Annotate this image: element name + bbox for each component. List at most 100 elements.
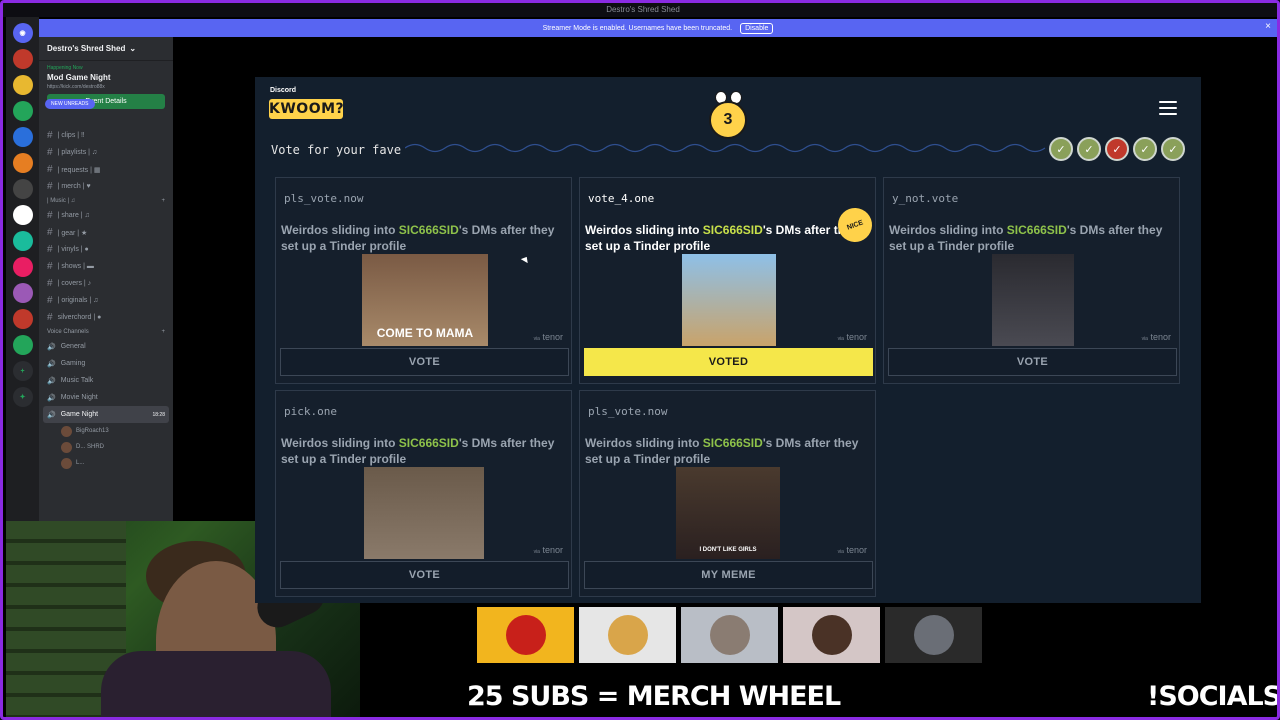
channel-item[interactable]: # silverchord | ● xyxy=(39,309,173,326)
voice-channel-item[interactable]: 🔊 General xyxy=(39,338,173,355)
player-avatar xyxy=(505,615,546,655)
caption-highlight: SIC666SID xyxy=(398,223,459,237)
tenor-attribution: via tenor xyxy=(838,545,867,555)
meme-gif xyxy=(364,467,484,559)
caption-text: Weirdos sliding into xyxy=(281,223,399,237)
server-header[interactable]: Destro's Shred Shed ⌄ xyxy=(39,37,173,61)
discord-label: Discord xyxy=(270,87,297,94)
avatar xyxy=(61,425,72,437)
explore-icon[interactable]: ✦ xyxy=(12,387,33,407)
event-title: Mod Game Night xyxy=(47,73,111,82)
caption-text: Weirdos sliding into xyxy=(281,436,399,450)
channel-label: | clips | ‼ xyxy=(57,132,85,139)
hash-icon: # xyxy=(47,210,53,221)
server-icon[interactable] xyxy=(12,205,33,225)
gif-caption: I DON'T LIKE GIRLS xyxy=(699,547,757,553)
tenor-attribution: via tenor xyxy=(1142,332,1171,342)
disable-streamer-mode-button[interactable]: Disable xyxy=(740,22,774,34)
music-category[interactable]: | Music | ♫ + xyxy=(39,195,173,207)
speaker-icon: 🔊 xyxy=(47,343,56,351)
server-icon[interactable] xyxy=(12,257,33,277)
channel-label: | merch | ♥ xyxy=(57,183,91,190)
player-tile xyxy=(885,607,982,663)
channel-item[interactable]: # | shows | ▬ xyxy=(39,258,173,275)
caption-text: Weirdos sliding into xyxy=(585,436,703,450)
active-voice-channel[interactable]: 🔊 Game Night 18:28 xyxy=(43,406,169,423)
meme-card: y_not.vote Weirdos sliding into SIC666SID… xyxy=(883,177,1180,384)
voice-user-name: L... xyxy=(76,460,85,466)
close-icon[interactable]: × xyxy=(1265,21,1271,32)
hash-icon: # xyxy=(47,278,53,289)
voice-channel-label: Game Night xyxy=(60,411,99,418)
hash-icon: # xyxy=(47,227,53,238)
channel-label: | share | ♫ xyxy=(57,212,90,219)
player-tile xyxy=(681,607,778,663)
my-meme-button[interactable]: MY MEME xyxy=(584,561,873,589)
kwoom-game-window: Discord KWOOM? 3 Vote for your fave ✓ ✓ ✓ ✓… xyxy=(255,77,1201,603)
tenor-via: via xyxy=(533,336,540,342)
player-tile xyxy=(477,607,574,663)
voice-channel-item[interactable]: 🔊 Movie Night xyxy=(39,389,173,406)
server-icon[interactable] xyxy=(12,127,33,147)
server-icon[interactable] xyxy=(12,75,33,95)
server-icon[interactable] xyxy=(12,153,33,173)
speaker-icon: 🔊 xyxy=(47,377,56,385)
event-link[interactable]: https://kick.com/destro88x xyxy=(47,84,165,90)
channel-item[interactable]: # | clips | ‼ xyxy=(39,127,173,144)
player-avatar xyxy=(709,615,750,655)
streamer-banner-text: Streamer Mode is enabled. Usernames have… xyxy=(542,24,733,32)
player-check-icon: ✓ xyxy=(1133,137,1157,161)
tenor-via: via xyxy=(837,336,844,342)
server-icon[interactable] xyxy=(12,309,33,329)
server-icon[interactable] xyxy=(12,335,33,355)
channel-label: | requests | ▦ xyxy=(57,166,101,174)
add-server-icon[interactable]: + xyxy=(12,361,33,381)
kwoom-logo: KWOOM? xyxy=(269,99,345,119)
voice-user[interactable]: BigRoach13 xyxy=(39,423,173,439)
stream-frame: Destro's Shred Shed Streamer Mode is ena… xyxy=(0,0,1280,720)
discord-home-icon[interactable]: ◉ xyxy=(12,23,33,43)
socials-overlay: !SOCIALS xyxy=(1147,681,1280,712)
event-live-label: Happening Now xyxy=(47,65,83,71)
tenor-via: via xyxy=(837,549,844,555)
meme-card: pls_vote.now Weirdos sliding into SIC666S… xyxy=(275,177,572,384)
vote-button[interactable]: VOTE xyxy=(280,348,569,376)
vote-button[interactable]: VOTE xyxy=(280,561,569,589)
voice-user[interactable]: D... SHRD xyxy=(39,439,173,455)
player-check-icon: ✓ xyxy=(1161,137,1185,161)
tenor-via: via xyxy=(1141,336,1148,342)
hamburger-menu-icon[interactable] xyxy=(1159,101,1177,115)
hash-icon: # xyxy=(47,147,53,158)
channel-item[interactable]: # | gear | ★ xyxy=(39,224,173,241)
speaker-icon: 🔊 xyxy=(47,411,56,419)
voice-channel-item[interactable]: 🔊 Music Talk xyxy=(39,372,173,389)
round-timer: 3 xyxy=(709,101,747,139)
voice-channel-item[interactable]: 🔊 Gaming xyxy=(39,355,173,372)
channel-item[interactable]: # | covers | ♪ xyxy=(39,275,173,292)
voice-user[interactable]: L... xyxy=(39,455,173,471)
merch-wheel-overlay: 25 SUBS = MERCH WHEEL xyxy=(467,681,841,712)
channel-item[interactable]: # | requests | ▦ xyxy=(39,161,173,178)
channel-item[interactable]: # | merch | ♥ xyxy=(39,178,173,195)
channel-item[interactable]: # | playlists | ♫ xyxy=(39,144,173,161)
vote-button[interactable]: VOTE xyxy=(888,348,1177,376)
channel-label: silverchord | ● xyxy=(57,314,102,321)
server-icon[interactable] xyxy=(12,231,33,251)
new-unreads-pill[interactable]: NEW UNREADS xyxy=(45,99,95,109)
server-icon[interactable] xyxy=(12,49,33,69)
voice-category[interactable]: Voice Channels + xyxy=(39,326,173,338)
tenor-label: tenor xyxy=(846,332,867,342)
channel-item[interactable]: # | originals | ♫ xyxy=(39,292,173,309)
meme-caption: Weirdos sliding into SIC666SID's DMs aft… xyxy=(889,222,1169,254)
tenor-label: tenor xyxy=(846,545,867,555)
vote-prompt: Vote for your fave xyxy=(271,143,402,157)
player-avatar xyxy=(913,615,954,655)
meme-caption: Weirdos sliding into SIC666SID's DMs aft… xyxy=(281,222,561,254)
speaker-icon: 🔊 xyxy=(47,394,56,402)
server-icon[interactable] xyxy=(12,283,33,303)
server-icon[interactable] xyxy=(12,101,33,121)
voted-button[interactable]: VOTED xyxy=(584,348,873,376)
channel-item[interactable]: # | share | ♫ xyxy=(39,207,173,224)
server-icon[interactable] xyxy=(12,179,33,199)
channel-item[interactable]: # | vinyls | ● xyxy=(39,241,173,258)
